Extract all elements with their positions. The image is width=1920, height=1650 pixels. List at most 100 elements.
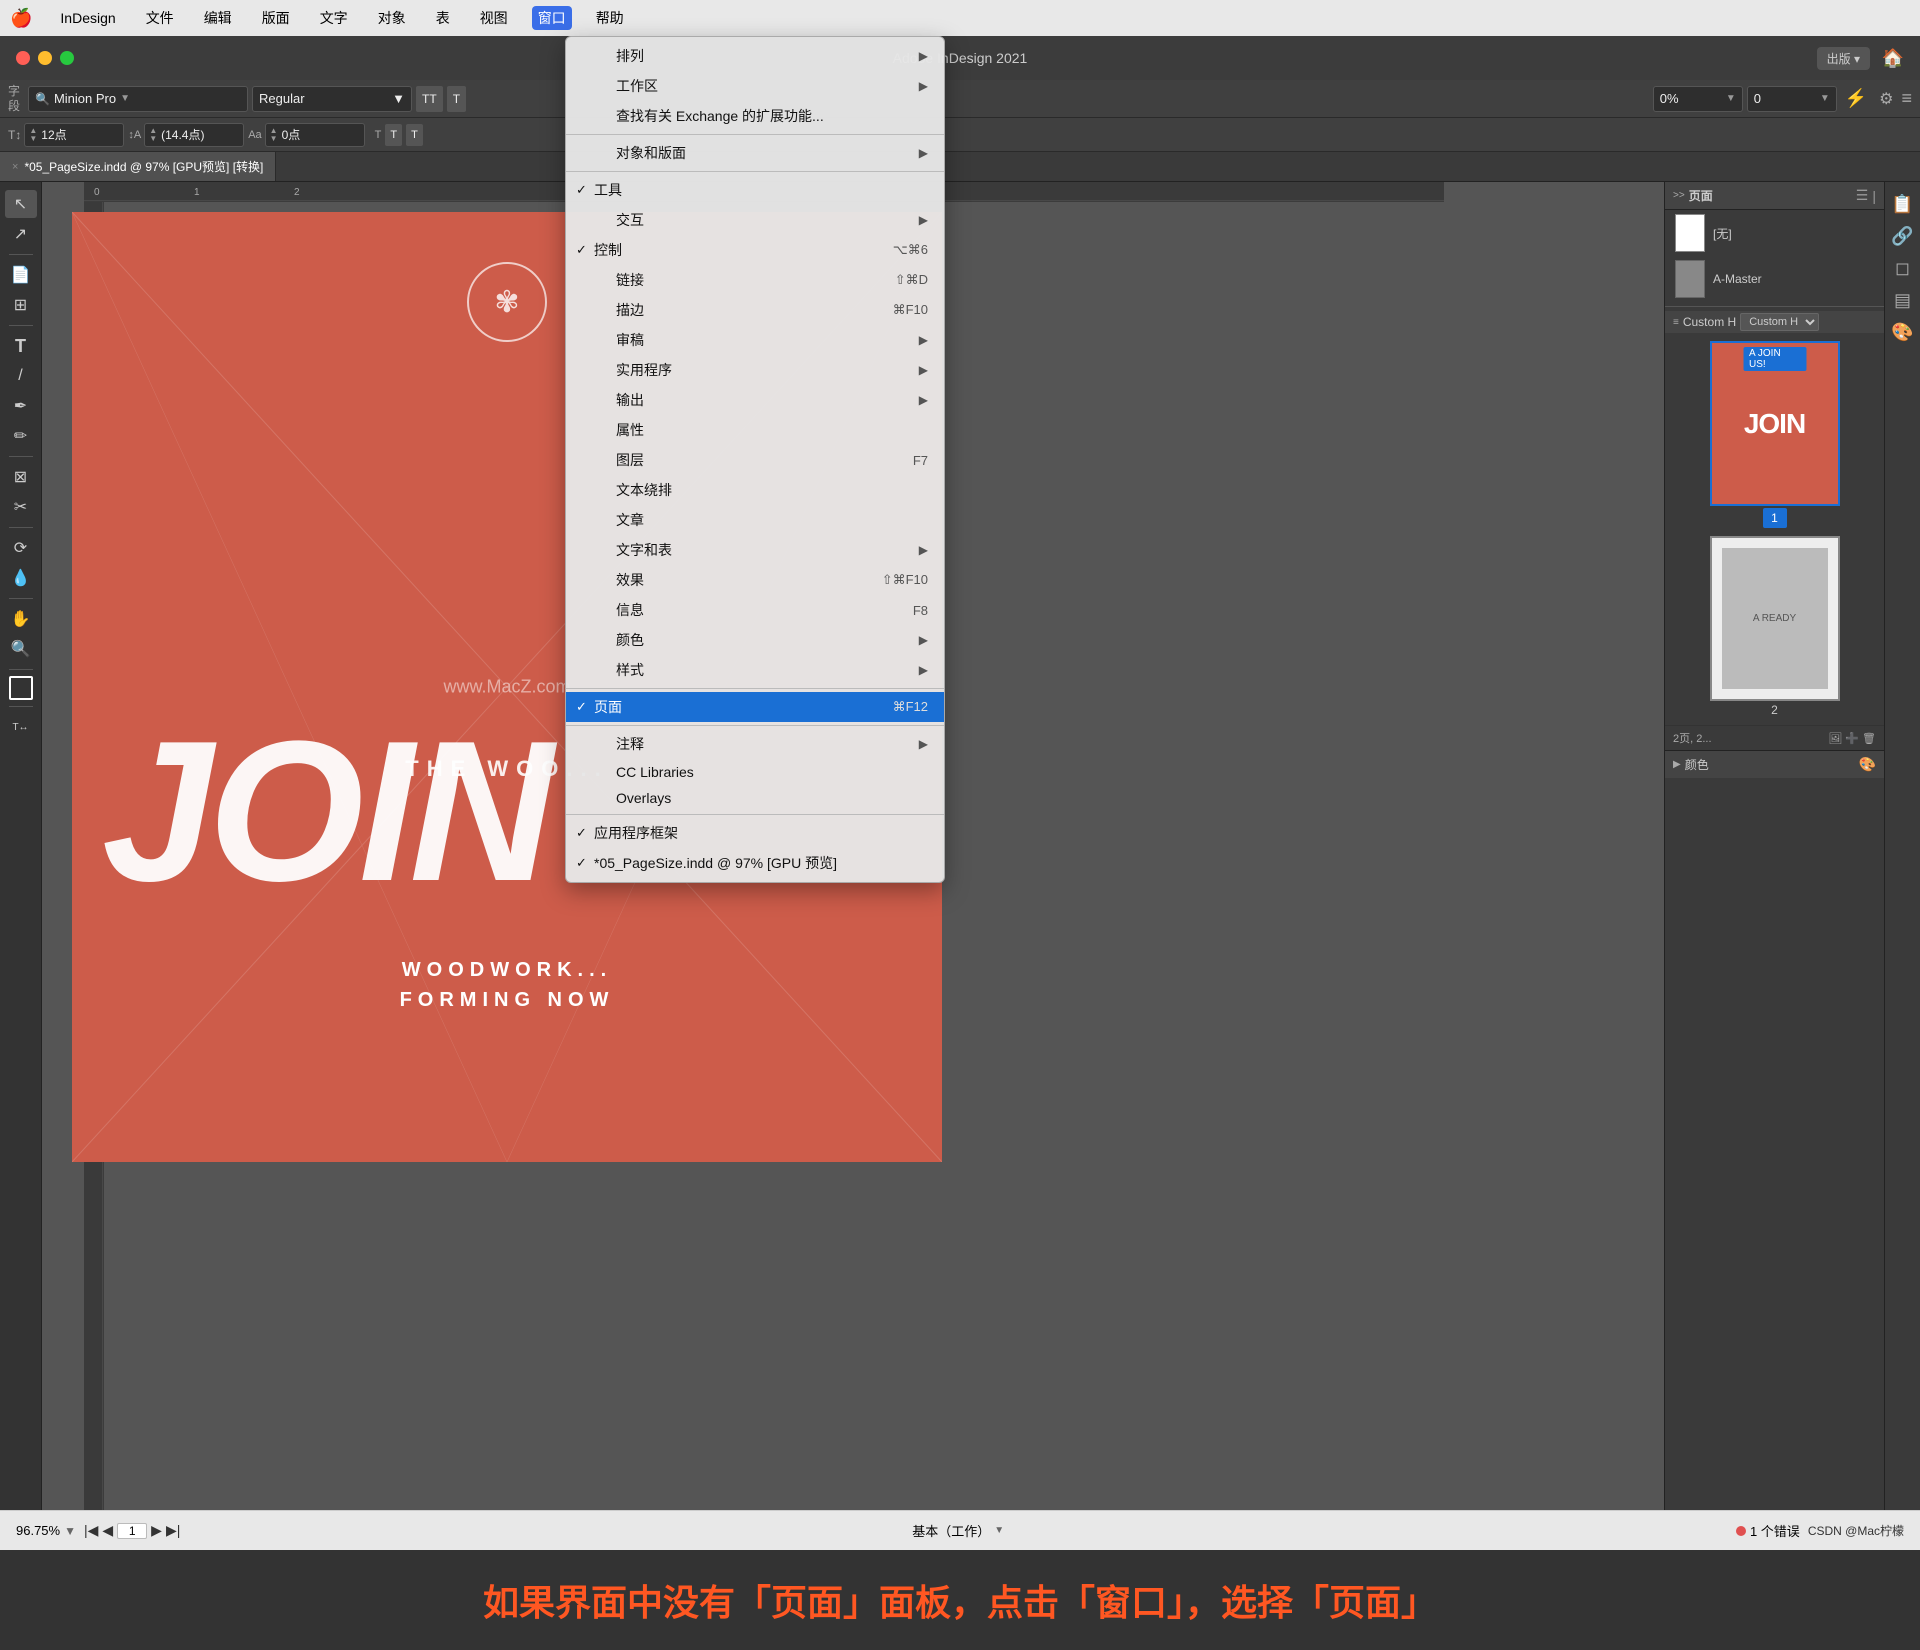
colors-expand-btn[interactable]: ▶	[1673, 759, 1681, 770]
colors-palette-icon[interactable]: 🎨	[1859, 756, 1876, 773]
menu-item-arrange[interactable]: 排列 ▶	[566, 41, 944, 71]
page-1-thumbnail-item[interactable]: A JOIN US! JOIN 1	[1710, 341, 1840, 528]
a-master-row[interactable]: A-Master	[1665, 256, 1884, 302]
zoom-dropdown-arrow[interactable]: ▼	[64, 1524, 76, 1538]
hand-tool[interactable]: ✋	[5, 605, 37, 633]
menu-item-effects[interactable]: 效果 ⇧⌘F10	[566, 565, 944, 595]
menu-item-interactive[interactable]: 交互 ▶	[566, 205, 944, 235]
scissors-tool[interactable]: ✂	[5, 493, 37, 521]
type-tool[interactable]: T	[5, 332, 37, 360]
custom-h-dropdown[interactable]: Custom H	[1740, 313, 1819, 331]
percentage-field2[interactable]: 0 ▼	[1747, 86, 1837, 112]
menu-item-control[interactable]: ✓ 控制 ⌥⌘6	[566, 235, 944, 265]
prev-page-btn[interactable]: ◀	[102, 1522, 113, 1539]
gap-tool[interactable]: ⊞	[5, 291, 37, 319]
t-style-btn1[interactable]: T	[385, 124, 402, 146]
document-tab[interactable]: × *05_PageSize.indd @ 97% [GPU预览] [转换]	[0, 152, 276, 181]
page-2-thumb-image[interactable]: A READY	[1710, 536, 1840, 701]
menu-indesign[interactable]: InDesign	[54, 8, 121, 28]
menu-item-notes[interactable]: 注释 ▶	[566, 729, 944, 759]
t-button1[interactable]: T	[447, 86, 466, 112]
rect-frame-tool[interactable]: ⊠	[5, 463, 37, 491]
size-updown[interactable]: ▲▼	[29, 127, 37, 143]
close-window-button[interactable]	[16, 51, 30, 65]
menu-item-current-doc[interactable]: ✓ *05_PageSize.indd @ 97% [GPU 预览]	[566, 848, 944, 878]
leading-updown[interactable]: ▲▼	[149, 127, 157, 143]
direct-selection-tool[interactable]: ↗	[5, 220, 37, 248]
menu-item-type-tables[interactable]: 文字和表 ▶	[566, 535, 944, 565]
page-tool[interactable]: 📄	[5, 261, 37, 289]
links-icon[interactable]: 🔗	[1889, 222, 1917, 250]
view-mode-button[interactable]: T↔	[5, 713, 37, 741]
home-icon[interactable]: 🏠	[1882, 48, 1904, 69]
menu-item-stroke[interactable]: 描边 ⌘F10	[566, 295, 944, 325]
page-1-thumb-image[interactable]: A JOIN US! JOIN	[1710, 341, 1840, 506]
font-size-field[interactable]: ▲▼ 12点	[24, 123, 124, 147]
menu-item-pages[interactable]: ✓ 页面 ⌘F12	[566, 692, 944, 722]
menu-table[interactable]: 表	[430, 6, 456, 30]
menu-icon[interactable]: ≡	[1901, 88, 1912, 109]
pages-collapse-btn[interactable]: >>	[1673, 190, 1685, 201]
menu-layout[interactable]: 版面	[256, 6, 296, 30]
first-page-btn[interactable]: |◀	[84, 1522, 98, 1539]
menu-item-workspace[interactable]: 工作区 ▶	[566, 71, 944, 101]
page-2-thumbnail-item[interactable]: A READY 2	[1710, 536, 1840, 717]
properties-icon[interactable]: 📋	[1889, 190, 1917, 218]
menu-item-cc-libraries[interactable]: CC Libraries	[566, 759, 944, 785]
font-name-dropdown[interactable]: 🔍 Minion Pro ▼	[28, 86, 248, 112]
menu-edit[interactable]: 编辑	[198, 6, 238, 30]
tab-close-button[interactable]: ×	[12, 161, 18, 173]
swatches-icon[interactable]: 🎨	[1889, 318, 1917, 346]
tt-button1[interactable]: TT	[416, 86, 443, 112]
menu-help[interactable]: 帮助	[590, 6, 630, 30]
menu-view[interactable]: 视图	[474, 6, 514, 30]
line-tool[interactable]: /	[5, 362, 37, 390]
workspace-selector[interactable]: 基本（工作） ▼	[912, 1521, 1004, 1540]
layers-icon[interactable]: ▤	[1889, 286, 1917, 314]
menu-item-links[interactable]: 链接 ⇧⌘D	[566, 265, 944, 295]
free-transform-tool[interactable]: ⟳	[5, 534, 37, 562]
menu-object[interactable]: 对象	[372, 6, 412, 30]
page-number-input[interactable]	[117, 1523, 147, 1539]
fullscreen-window-button[interactable]	[60, 51, 74, 65]
menu-item-info[interactable]: 信息 F8	[566, 595, 944, 625]
apple-menu[interactable]: 🍎	[10, 8, 32, 29]
menu-file[interactable]: 文件	[140, 6, 180, 30]
custom-h-expand-icon[interactable]: ≡	[1673, 317, 1679, 328]
none-master-row[interactable]: [无]	[1665, 210, 1884, 256]
menu-item-styles[interactable]: 样式 ▶	[566, 655, 944, 685]
last-page-btn[interactable]: ▶|	[166, 1522, 180, 1539]
menu-text[interactable]: 文字	[314, 6, 354, 30]
menu-item-output[interactable]: 输出 ▶	[566, 385, 944, 415]
menu-item-review[interactable]: 审稿 ▶	[566, 325, 944, 355]
menu-item-layers[interactable]: 图层 F7	[566, 445, 944, 475]
error-indicator[interactable]: 1 个错误	[1736, 1521, 1800, 1540]
menu-item-app-frame[interactable]: ✓ 应用程序框架	[566, 818, 944, 848]
minimize-window-button[interactable]	[38, 51, 52, 65]
fill-stroke-indicator[interactable]	[9, 676, 33, 700]
menu-item-properties[interactable]: 属性	[566, 415, 944, 445]
pages-panel-menu-btn[interactable]: ☰	[1856, 187, 1869, 204]
percentage-field1[interactable]: 0% ▼	[1653, 86, 1743, 112]
menu-item-text-wrap[interactable]: 文本绕排	[566, 475, 944, 505]
next-page-btn[interactable]: ▶	[151, 1522, 162, 1539]
menu-item-story[interactable]: 文章	[566, 505, 944, 535]
menu-item-utilities[interactable]: 实用程序 ▶	[566, 355, 944, 385]
font-style-dropdown[interactable]: Regular ▼	[252, 86, 412, 112]
eyedropper-tool[interactable]: 💧	[5, 564, 37, 592]
menu-item-tools[interactable]: ✓ 工具	[566, 175, 944, 205]
menu-item-color[interactable]: 颜色 ▶	[566, 625, 944, 655]
menu-window[interactable]: 窗口	[532, 6, 572, 30]
pencil-tool[interactable]: ✏	[5, 422, 37, 450]
baseline-updown[interactable]: ▲▼	[270, 127, 278, 143]
pen-tool[interactable]: ✒	[5, 392, 37, 420]
leading-field[interactable]: ▲▼ (14.4点)	[144, 123, 244, 147]
menu-item-object-layout[interactable]: 对象和版面 ▶	[566, 138, 944, 168]
menu-item-exchange[interactable]: 查找有关 Exchange 的扩展功能...	[566, 101, 944, 131]
zoom-tool[interactable]: 🔍	[5, 635, 37, 663]
pages-panel-expand-btn[interactable]: |	[1872, 188, 1876, 204]
baseline-field[interactable]: ▲▼ 0点	[265, 123, 365, 147]
publish-button[interactable]: 出版 ▾	[1817, 47, 1870, 70]
stroke-icon[interactable]: ◻	[1889, 254, 1917, 282]
selection-tool[interactable]: ↖	[5, 190, 37, 218]
